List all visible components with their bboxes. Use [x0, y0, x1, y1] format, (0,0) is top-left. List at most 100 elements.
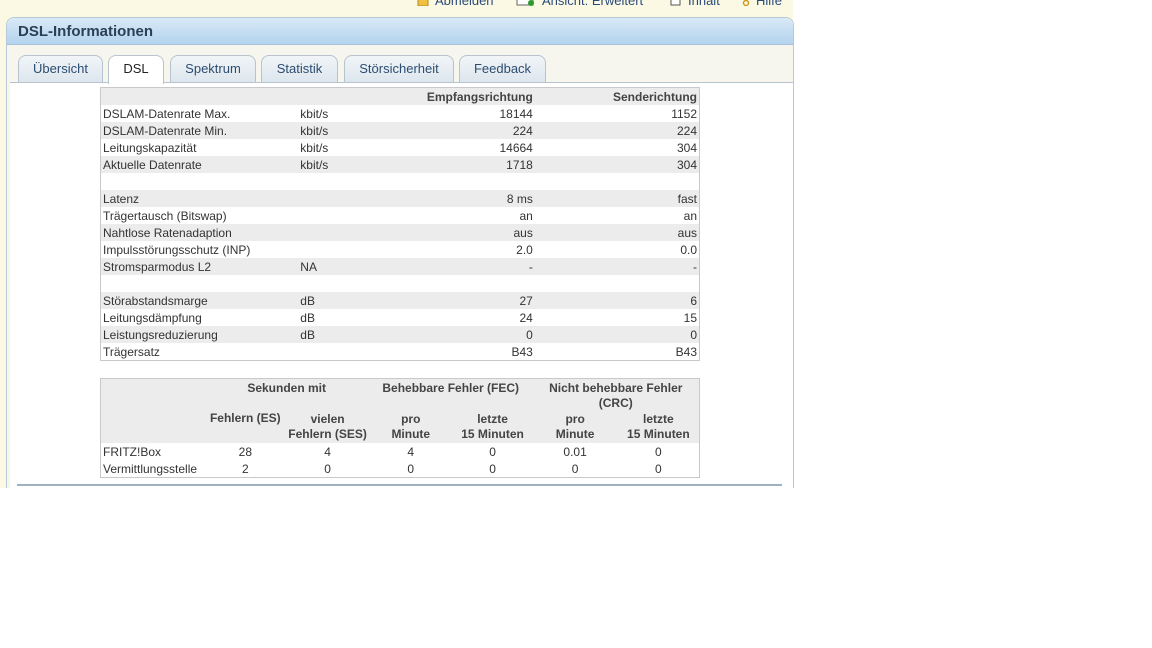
tab-statistics[interactable]: Statistik [261, 55, 338, 82]
row-unit: dB [298, 292, 398, 309]
row-label [101, 173, 299, 190]
row-downstream-value: 27 [397, 292, 535, 309]
logout-label: Abmelden [435, 0, 494, 8]
row-downstream-value: 8 ms [397, 190, 535, 207]
table-row: FRITZ!Box 28 4 4 0 0.01 0 [101, 443, 700, 460]
header-upstream: Senderichtung [534, 87, 700, 105]
row-label: DSLAM-Datenrate Min. [100, 122, 299, 139]
row-downstream-value: 24 [519, 310, 533, 325]
row-crc-per-minute: 0 [571, 461, 579, 476]
row-upstream-value: - [534, 258, 700, 275]
table-row: Trägertausch (Bitswap) an an [101, 207, 700, 224]
row-downstream-value: - [397, 258, 535, 275]
row-label [101, 275, 299, 292]
row-unit [298, 343, 398, 361]
table-row: Störabstandsmarge dB 27 6 [100, 292, 700, 309]
row-downstream-value: an [519, 208, 533, 223]
row-label: Nahtlose Ratenadaption [100, 224, 299, 241]
row-unit [298, 207, 398, 224]
table-row: Leitungskapazität kbit/s 14664 304 [101, 139, 700, 156]
row-downstream-value: 224 [397, 122, 535, 139]
error-table-group-header: Sekunden mit Behebbare Fehler (FEC) Nich… [100, 378, 700, 411]
logout-link[interactable]: Abmelden [417, 0, 494, 9]
row-upstream-value: an [683, 208, 697, 223]
table-row: DSLAM-Datenrate Max. kbit/s 18144 1152 [101, 105, 700, 122]
table-row [101, 173, 700, 190]
row-fec-per-minute: 4 [407, 444, 415, 459]
row-downstream-value: 1718 [397, 156, 535, 173]
table-row: Aktuelle Datenrate kbit/s 1718 304 [100, 156, 700, 173]
row-label: Aktuelle Datenrate [100, 156, 299, 173]
table-row: Leitungsdämpfung dB 24 15 [101, 309, 700, 326]
row-upstream-value: 224 [534, 122, 700, 139]
row-upstream-value [535, 275, 700, 292]
table-row: Stromsparmodus L2 NA - - [100, 258, 700, 275]
row-downstream-value: B43 [511, 344, 533, 359]
top-menu: Abmelden Ansicht: Erweitert Inhalt Hilfe [0, 0, 793, 9]
row-label: Leitungsdämpfung [103, 310, 202, 325]
dsl-values-table: Empfangsrichtung Senderichtung DSLAM-Dat… [100, 87, 700, 361]
help-icon [742, 0, 750, 9]
row-label: Stromsparmodus L2 [100, 258, 299, 275]
bottom-divider [17, 484, 782, 486]
header-downstream: Empfangsrichtung [397, 87, 535, 105]
header-fec-per-minute: pro Minute [368, 411, 453, 443]
tab-dsl[interactable]: DSL [108, 55, 164, 84]
row-fec-last-15: 0 [489, 444, 496, 459]
tab-spectrum[interactable]: Spektrum [170, 55, 256, 82]
row-upstream-value: 0.0 [680, 242, 697, 257]
header-crc-per-minute: pro Minute [532, 411, 618, 443]
header-seconds-with: Sekunden mit [204, 378, 369, 411]
header-crc-last-15: letzte 15 Minuten [617, 411, 700, 443]
row-crc-last-15: 0 [655, 461, 662, 476]
contents-icon [670, 0, 682, 9]
row-label: FRITZ!Box [103, 444, 162, 459]
table-row: DSLAM-Datenrate Min. kbit/s 224 224 [100, 122, 700, 139]
row-upstream-value: 304 [676, 140, 697, 155]
help-link[interactable]: Hilfe [742, 0, 782, 9]
contents-link[interactable]: Inhalt [670, 0, 720, 9]
tab-interference[interactable]: Störsicherheit [344, 55, 454, 82]
table-row: Trägersatz B43 B43 [101, 343, 700, 361]
row-crc-last-15: 0 [655, 444, 662, 459]
tab-overview[interactable]: Übersicht [18, 55, 103, 82]
row-upstream-value: 15 [683, 310, 697, 325]
row-upstream-value: fast [534, 190, 700, 207]
dsl-table-header: Empfangsrichtung Senderichtung [100, 87, 700, 105]
row-ses: 0 [324, 461, 331, 476]
view-mode-link[interactable]: Ansicht: Erweitert [516, 0, 643, 9]
row-fec-last-15: 0 [489, 461, 496, 476]
row-unit: dB [298, 326, 398, 343]
table-row: Latenz 8 ms fast [100, 190, 700, 207]
row-unit: kbit/s [298, 122, 398, 139]
row-upstream-value: aus [534, 224, 700, 241]
header-es: Fehlern (ES) [204, 411, 287, 443]
row-label: Trägertausch (Bitswap) [103, 208, 227, 223]
contents-label: Inhalt [688, 0, 720, 8]
row-upstream-value: 0 [534, 326, 700, 343]
row-unit [298, 275, 398, 292]
row-downstream-value: 0 [397, 326, 535, 343]
row-unit [298, 173, 398, 190]
row-upstream-value: 6 [534, 292, 700, 309]
error-statistics-table: Sekunden mit Behebbare Fehler (FEC) Nich… [100, 378, 700, 478]
row-unit [298, 190, 398, 207]
row-label: Störabstandsmarge [100, 292, 299, 309]
table-row: Vermittlungsstelle 2 0 0 0 0 0 [101, 460, 700, 478]
row-es: 28 [238, 444, 252, 459]
table-row: Leistungsreduzierung dB 0 0 [100, 326, 700, 343]
header-crc: Nicht behebbare Fehler (CRC) [532, 378, 700, 411]
panel-title: DSL-Informationen [7, 18, 793, 45]
table-row: Nahtlose Ratenadaption aus aus [100, 224, 700, 241]
table-row [101, 275, 700, 292]
row-label: Vermittlungsstelle [103, 461, 198, 476]
row-label: Impulsstörungsschutz (INP) [103, 242, 251, 257]
row-unit [298, 241, 398, 258]
row-upstream-value [535, 173, 700, 190]
table-row: Impulsstörungsschutz (INP) 2.0 0.0 [101, 241, 700, 258]
row-downstream-value [398, 173, 535, 190]
header-fec: Behebbare Fehler (FEC) [368, 378, 533, 411]
row-fec-per-minute: 0 [407, 461, 415, 476]
row-label: Trägersatz [103, 344, 160, 359]
tab-feedback[interactable]: Feedback [459, 55, 546, 82]
